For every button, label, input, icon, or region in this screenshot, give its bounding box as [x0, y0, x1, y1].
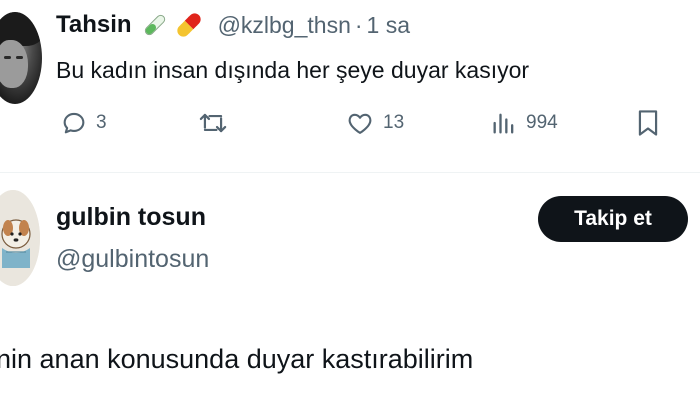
view-count: 994 [526, 112, 558, 133]
reply-count: 3 [96, 112, 107, 133]
reply-text: nin anan konusunda duyar kastırabilirim [0, 344, 474, 374]
tweet-divider [0, 172, 700, 173]
like-count: 13 [383, 112, 405, 133]
separator-dot: · [354, 11, 363, 38]
reply-button[interactable]: 3 [60, 109, 107, 137]
author-handle[interactable]: @kzlbg_thsn [218, 12, 351, 39]
views-button[interactable]: 994 [490, 109, 558, 137]
retweet-icon [199, 113, 227, 133]
avatar-eye [4, 56, 11, 59]
user-avatar[interactable] [0, 190, 40, 286]
reply-icon [63, 112, 85, 134]
bookmark-icon [638, 110, 658, 136]
avatar-eye [16, 56, 23, 59]
tweet-text: Bu kadın insan dışında her şeye duyar ka… [56, 57, 530, 83]
heart-icon [348, 113, 372, 134]
user-name[interactable]: gulbin tosun [56, 203, 206, 232]
bookmark-button[interactable] [634, 108, 662, 138]
like-button[interactable]: 13 [345, 109, 404, 137]
dog-illustration [0, 190, 40, 286]
author-name[interactable]: Tahsin [56, 11, 132, 39]
pill-icon [174, 10, 204, 40]
follow-button[interactable]: Takip et [538, 196, 688, 242]
author-avatar[interactable] [0, 12, 42, 104]
tweet-time[interactable]: 1 sa [367, 12, 410, 39]
retweet-button[interactable] [198, 109, 236, 137]
test-tube-icon [142, 12, 168, 38]
user-handle[interactable]: @gulbintosun [56, 245, 209, 274]
avatar-face [0, 40, 28, 88]
tweet-header: Tahsin @kzlbg_thsn · 1 sa [56, 10, 410, 40]
views-chart-icon [493, 113, 514, 134]
